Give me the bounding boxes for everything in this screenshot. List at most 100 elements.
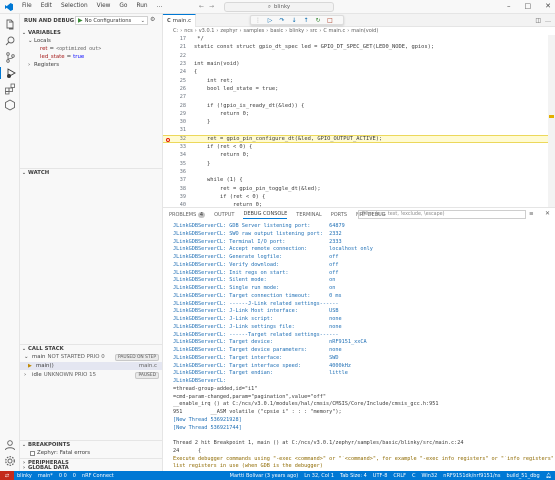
step-out-icon[interactable]: ↑ bbox=[301, 17, 311, 24]
stack-frame-row[interactable]: ▶ main() main.c bbox=[20, 362, 162, 370]
variables-section-header[interactable]: ⌄ VARIABLES bbox=[20, 28, 162, 37]
more-actions-icon[interactable]: … bbox=[545, 17, 551, 24]
settings-gear-icon[interactable] bbox=[4, 455, 16, 467]
line-number[interactable]: 27 bbox=[163, 94, 194, 100]
status-platform[interactable]: Win32 bbox=[419, 473, 441, 479]
breakpoint-icon[interactable] bbox=[166, 137, 170, 142]
line-number[interactable]: 38 bbox=[163, 186, 194, 192]
nav-back-icon[interactable]: ← bbox=[199, 3, 204, 10]
tab-terminal[interactable]: TERMINAL bbox=[296, 212, 321, 218]
line-number[interactable]: 24 bbox=[163, 69, 194, 75]
status-folder[interactable]: blinky bbox=[14, 473, 35, 479]
notifications-bell-icon[interactable]: 🔔︎ bbox=[543, 473, 555, 479]
status-encoding[interactable]: UTF-8 bbox=[370, 473, 391, 479]
status-board[interactable]: nRF9151dk/nrf9151/ns bbox=[440, 473, 503, 479]
line-number[interactable]: 30 bbox=[163, 119, 194, 125]
code-line[interactable]: 39 if (ret < 0) { bbox=[163, 193, 555, 201]
close-panel-icon[interactable]: ✕ bbox=[545, 210, 550, 217]
status-language[interactable]: C bbox=[409, 473, 419, 479]
line-number[interactable]: 23 bbox=[163, 61, 194, 67]
step-into-icon[interactable]: ↓ bbox=[289, 17, 299, 24]
thread-row[interactable]: ⌄ main NOT STARTED PRIO 0 PAUSED ON STEP bbox=[20, 353, 162, 361]
code-line[interactable]: 29 return 0; bbox=[163, 110, 555, 118]
menu-view[interactable]: View bbox=[97, 3, 111, 9]
breadcrumb-item[interactable]: C: bbox=[173, 28, 178, 34]
console-filter-input[interactable]: Filter (e.g. text, !exclude, \escape) bbox=[358, 210, 526, 219]
status-eol[interactable]: CRLF bbox=[390, 473, 409, 479]
step-over-icon[interactable]: ↷ bbox=[277, 17, 287, 24]
menu-run[interactable]: Run bbox=[136, 3, 147, 9]
line-number[interactable]: 34 bbox=[163, 152, 194, 158]
status-warnings[interactable]: 0 bbox=[70, 473, 79, 479]
line-number[interactable]: 28 bbox=[163, 103, 194, 109]
nrf-connect-icon[interactable] bbox=[4, 99, 16, 111]
menu-more[interactable]: … bbox=[157, 3, 163, 9]
drag-handle-icon[interactable]: ⋮ bbox=[253, 17, 263, 24]
filter-icon[interactable]: ≡ bbox=[529, 211, 534, 217]
extensions-icon[interactable] bbox=[4, 83, 16, 95]
breadcrumb-item[interactable]: samples bbox=[243, 28, 264, 34]
variable-row[interactable]: ret = <optimized out> bbox=[20, 45, 162, 53]
code-line-current[interactable]: 32 ret = gpio_pin_configure_dt(&led, GPI… bbox=[163, 134, 555, 143]
debug-console-output[interactable]: JLinkGDBServerCL: GDB Server listening p… bbox=[163, 223, 555, 472]
status-nrf-connect[interactable]: nRF Connect bbox=[79, 473, 117, 479]
breadcrumb-item[interactable]: ncs bbox=[184, 28, 193, 34]
code-line[interactable]: 27 bbox=[163, 93, 555, 101]
code-line[interactable]: 31 bbox=[163, 126, 555, 134]
menu-edit[interactable]: Edit bbox=[41, 3, 52, 9]
code-editor[interactable]: 17 */21 static const struct gpio_dt_spec … bbox=[163, 35, 555, 207]
close-window-button[interactable]: ✕ bbox=[545, 2, 551, 10]
minimap-scrollbar[interactable] bbox=[548, 35, 555, 207]
registers-scope[interactable]: › Registers bbox=[20, 61, 162, 69]
variable-row[interactable]: led_state = true bbox=[20, 53, 162, 61]
menu-file[interactable]: File bbox=[22, 3, 32, 9]
code-line[interactable]: 22 bbox=[163, 52, 555, 60]
line-number[interactable]: 37 bbox=[163, 177, 194, 183]
maximize-button[interactable]: □ bbox=[525, 2, 532, 10]
command-center-search[interactable]: ⌕ blinky bbox=[224, 2, 334, 12]
code-line[interactable]: 17 */ bbox=[163, 35, 555, 43]
line-number[interactable]: 33 bbox=[163, 144, 194, 150]
code-line[interactable]: 34 return 0; bbox=[163, 151, 555, 159]
start-debug-icon[interactable]: ▶ bbox=[78, 17, 83, 24]
tab-ports[interactable]: PORTS bbox=[331, 212, 347, 218]
nav-forward-icon[interactable]: → bbox=[209, 3, 214, 10]
line-number[interactable]: 22 bbox=[163, 53, 194, 59]
code-line[interactable]: 24{ bbox=[163, 68, 555, 76]
code-line[interactable]: 38 ret = gpio_pin_toggle_dt(&led); bbox=[163, 184, 555, 192]
line-number[interactable]: 35 bbox=[163, 161, 194, 167]
code-line[interactable]: 23 int main(void) bbox=[163, 60, 555, 68]
split-editor-icon[interactable]: ◫ bbox=[535, 17, 541, 24]
account-icon[interactable] bbox=[4, 439, 16, 451]
stop-icon[interactable]: □ bbox=[325, 17, 335, 24]
status-blame[interactable]: Martti Bolivar (3 years ago) bbox=[227, 473, 302, 479]
breakpoint-checkbox[interactable] bbox=[30, 450, 35, 456]
tab-main-c[interactable]: C main.c bbox=[163, 14, 196, 27]
code-line[interactable]: 28 if (!gpio_is_ready_dt(&led)) { bbox=[163, 101, 555, 109]
continue-icon[interactable]: ▷ bbox=[265, 17, 275, 24]
breadcrumb-item[interactable]: main(void) bbox=[351, 28, 378, 34]
status-tab-size[interactable]: Tab Size: 4 bbox=[337, 473, 370, 479]
code-line[interactable]: 30 } bbox=[163, 118, 555, 126]
call-stack-section-header[interactable]: ⌄ CALL STACK bbox=[20, 344, 162, 353]
line-number[interactable]: 31 bbox=[163, 127, 194, 133]
code-line[interactable]: 25 int ret; bbox=[163, 77, 555, 85]
code-line[interactable]: 36 bbox=[163, 168, 555, 176]
thread-row[interactable]: › idle UNKNOWN PRIO 15 PAUSED bbox=[20, 371, 162, 379]
breadcrumb-item[interactable]: basic bbox=[270, 28, 283, 34]
status-build[interactable]: build_51_dbg bbox=[503, 473, 542, 479]
restart-icon[interactable]: ↻ bbox=[313, 17, 323, 24]
locals-scope[interactable]: ⌄ Locals bbox=[20, 37, 162, 45]
search-view-icon[interactable] bbox=[4, 35, 16, 47]
tab-problems[interactable]: PROBLEMS 4 bbox=[169, 212, 206, 218]
line-number[interactable]: 25 bbox=[163, 78, 194, 84]
debug-settings-gear-icon[interactable]: ⚙ bbox=[150, 16, 155, 23]
status-problems[interactable]: 0 0 bbox=[56, 473, 70, 479]
line-number[interactable]: 36 bbox=[163, 169, 194, 175]
code-line[interactable]: 33 if (ret < 0) { bbox=[163, 143, 555, 151]
menu-go[interactable]: Go bbox=[119, 3, 127, 9]
breakpoint-row[interactable]: Zephyr: Fatal errors bbox=[20, 449, 162, 457]
line-number[interactable]: 29 bbox=[163, 111, 194, 117]
menu-selection[interactable]: Selection bbox=[61, 3, 88, 9]
line-number[interactable]: 39 bbox=[163, 194, 194, 200]
